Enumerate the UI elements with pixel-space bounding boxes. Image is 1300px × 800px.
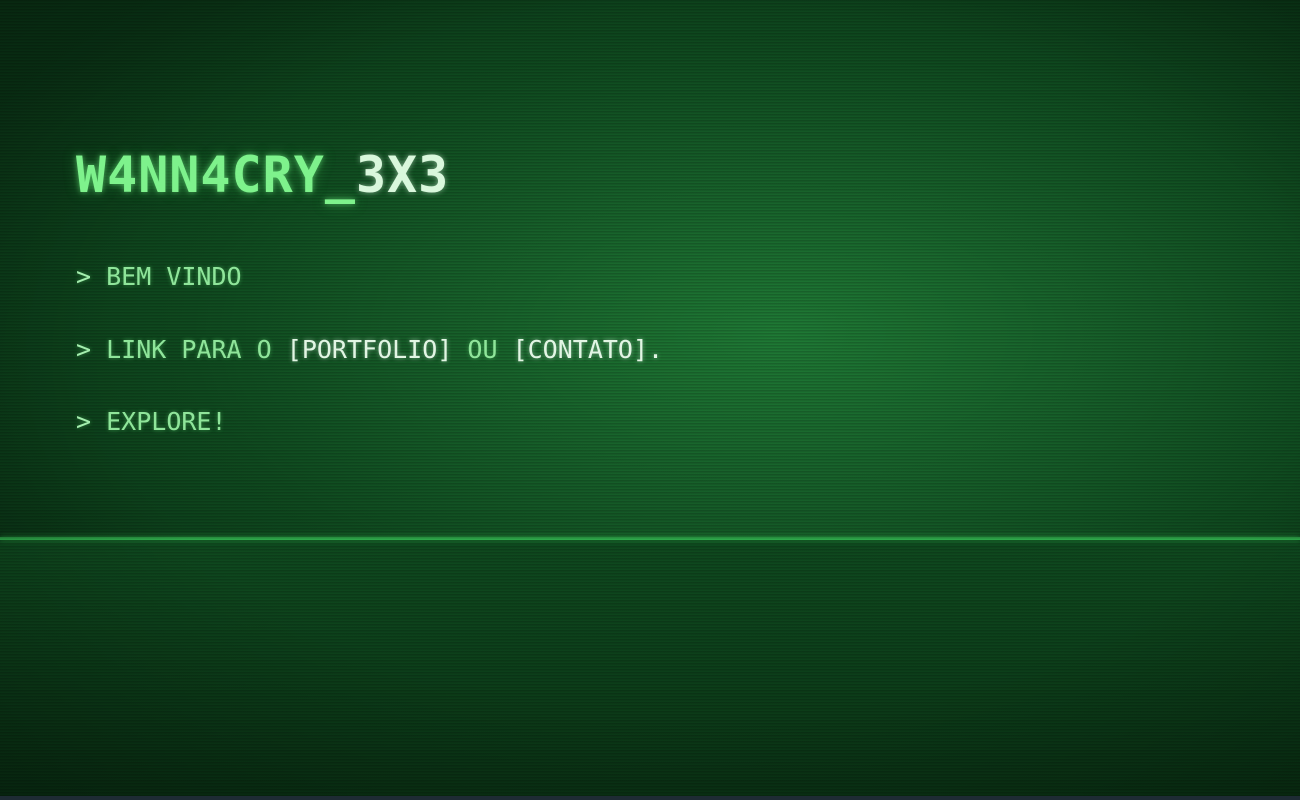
period-text: .: [648, 335, 664, 364]
prompt-symbol: >: [76, 262, 92, 291]
portfolio-link[interactable]: [PORTFOLIO]: [287, 335, 453, 364]
horizon-line: [0, 537, 1300, 540]
link-prefix-text: LINK PARA O: [106, 335, 272, 364]
explore-text: EXPLORE!: [106, 407, 227, 436]
welcome-text: BEM VINDO: [106, 262, 242, 291]
or-text: OU: [467, 335, 498, 364]
terminal-content: W4NN4CRY_3X3 > BEM VINDO > LINK PARA O […: [76, 140, 663, 436]
prompt-symbol: >: [76, 407, 92, 436]
site-title-main: W4NN4CRY_: [76, 146, 356, 204]
contact-link[interactable]: [CONTATO]: [513, 335, 648, 364]
prompt-symbol: >: [76, 335, 92, 364]
site-title-alt: 3X3: [355, 146, 450, 204]
links-line: > LINK PARA O [PORTFOLIO] OU [CONTATO].: [76, 335, 663, 365]
explore-line: > EXPLORE!: [76, 407, 227, 437]
bottom-edge-bar: [0, 796, 1300, 800]
crt-screen: W4NN4CRY_3X3 > BEM VINDO > LINK PARA O […: [0, 0, 1300, 796]
welcome-line: > BEM VINDO: [76, 262, 242, 292]
site-title: W4NN4CRY_3X3: [76, 140, 449, 210]
floor-area: [0, 540, 1300, 796]
